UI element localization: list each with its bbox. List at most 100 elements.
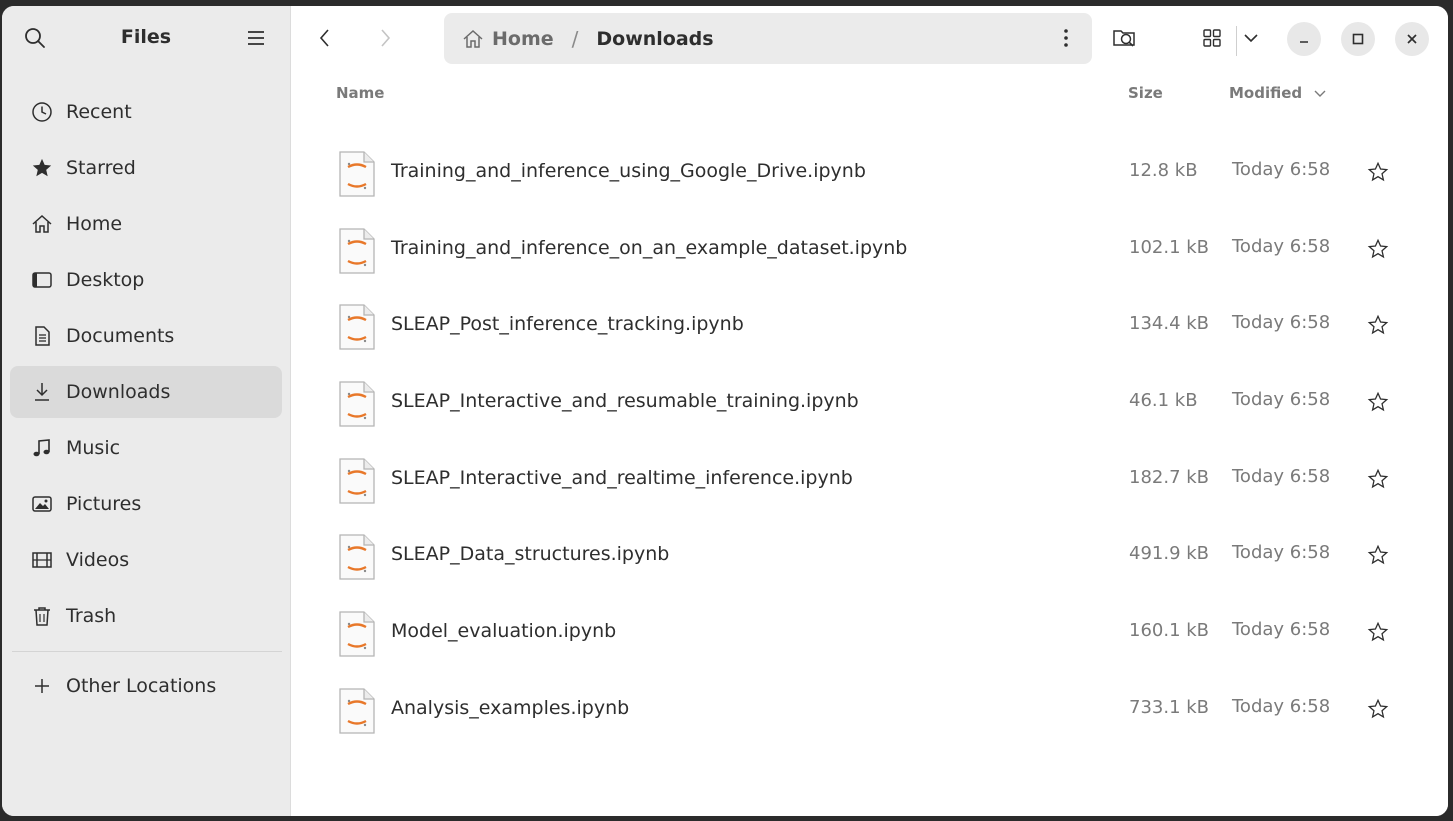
sidebar-item-label: Documents <box>66 325 175 347</box>
notebook-file-icon <box>339 151 375 197</box>
grid-view-icon <box>1203 29 1221 47</box>
breadcrumb-home[interactable]: Home <box>462 28 554 50</box>
column-header-modified[interactable]: Modified <box>1229 84 1327 102</box>
file-row[interactable]: SLEAP_Interactive_and_realtime_inference… <box>291 441 1448 518</box>
main-content: Home / Downloads Name Size Modified Trai… <box>291 6 1448 816</box>
file-row[interactable]: SLEAP_Data_structures.ipynb 491.9 kB Tod… <box>291 517 1448 594</box>
star-icon[interactable] <box>1365 466 1391 492</box>
file-name: Analysis_examples.ipynb <box>391 696 630 719</box>
file-modified: Today 6:58 <box>1232 235 1331 257</box>
notebook-file-icon <box>339 228 375 274</box>
breadcrumb-home-label: Home <box>492 27 554 50</box>
file-modified: Today 6:58 <box>1232 389 1331 411</box>
search-folder-button[interactable] <box>1107 20 1143 56</box>
file-modified: Today 6:58 <box>1232 542 1331 564</box>
sidebar-item-label: Music <box>66 437 121 459</box>
column-header-modified-label: Modified <box>1229 84 1303 102</box>
file-name: Training_and_inference_on_an_example_dat… <box>391 236 908 259</box>
view-options-button[interactable] <box>1236 20 1266 56</box>
location-bar[interactable]: Home / Downloads <box>444 13 1092 64</box>
file-modified: Today 6:58 <box>1232 312 1331 334</box>
sidebar-item-label: Downloads <box>66 381 171 403</box>
file-name: Training_and_inference_using_Google_Driv… <box>391 160 866 182</box>
star-icon[interactable] <box>1365 312 1391 338</box>
file-name: SLEAP_Post_inference_tracking.ipynb <box>391 313 744 336</box>
sidebar-item-label: Trash <box>66 605 117 627</box>
sidebar-item-home[interactable]: Home <box>10 198 282 250</box>
search-folder-icon <box>1113 30 1135 47</box>
sidebar-item-videos[interactable]: Videos <box>10 534 282 586</box>
sidebar-divider <box>12 651 282 652</box>
sidebar-item-other-locations[interactable]: Other Locations <box>10 660 282 712</box>
sidebar-places: Recent Starred Home Desktop Documents Do… <box>10 86 282 646</box>
file-size: 134.4 kB <box>1129 313 1210 335</box>
file-name: SLEAP_Data_structures.ipynb <box>391 543 670 566</box>
sidebar-other-locations: Other Locations <box>10 660 282 716</box>
file-size: 491.9 kB <box>1129 543 1210 565</box>
star-filled-icon <box>30 156 54 180</box>
files-window: Files Recent Starred Home Desktop Docume… <box>2 6 1448 816</box>
minimize-icon <box>1300 41 1308 43</box>
chevron-left-icon <box>319 29 329 47</box>
home-icon <box>30 212 54 236</box>
file-size: 102.1 kB <box>1129 236 1210 258</box>
hamburger-menu-icon[interactable] <box>240 22 272 54</box>
sidebar-item-trash[interactable]: Trash <box>10 590 282 642</box>
back-button[interactable] <box>307 20 343 56</box>
vertical-dots-icon[interactable] <box>1054 26 1078 50</box>
column-header-name[interactable]: Name <box>336 84 384 102</box>
sidebar-item-label: Other Locations <box>66 675 217 697</box>
sidebar-item-recent[interactable]: Recent <box>10 86 282 138</box>
file-row[interactable]: Model_evaluation.ipynb 160.1 kB Today 6:… <box>291 594 1448 671</box>
close-icon <box>1407 34 1417 44</box>
sidebar-item-pictures[interactable]: Pictures <box>10 478 282 530</box>
download-icon <box>30 380 54 404</box>
column-header-size[interactable]: Size <box>1128 84 1163 102</box>
breadcrumb-current[interactable]: Downloads <box>596 28 713 50</box>
sidebar-item-desktop[interactable]: Desktop <box>10 254 282 306</box>
forward-button[interactable] <box>367 20 403 56</box>
maximize-icon <box>1352 33 1364 45</box>
sidebar-item-starred[interactable]: Starred <box>10 142 282 194</box>
file-size: 46.1 kB <box>1129 390 1198 412</box>
file-row[interactable]: Training_and_inference_using_Google_Driv… <box>291 134 1448 211</box>
sidebar-item-label: Home <box>66 213 123 235</box>
file-row[interactable]: Analysis_examples.ipynb 733.1 kB Today 6… <box>291 671 1448 748</box>
star-icon[interactable] <box>1365 619 1391 645</box>
sidebar-header: Files <box>2 6 290 72</box>
sidebar-item-music[interactable]: Music <box>10 422 282 474</box>
star-icon[interactable] <box>1365 389 1391 415</box>
sidebar-item-documents[interactable]: Documents <box>10 310 282 362</box>
column-headers: Name Size Modified <box>291 82 1448 108</box>
star-icon[interactable] <box>1365 236 1391 262</box>
file-size: 160.1 kB <box>1129 620 1210 642</box>
file-size: 733.1 kB <box>1129 696 1210 718</box>
file-name: SLEAP_Interactive_and_realtime_inference… <box>391 466 853 489</box>
notebook-file-icon <box>339 381 375 427</box>
chevron-right-icon <box>381 29 391 47</box>
close-button[interactable] <box>1395 22 1429 56</box>
music-note-icon <box>30 436 54 460</box>
home-icon <box>463 29 483 48</box>
trash-icon <box>30 604 54 628</box>
notebook-file-icon <box>339 458 375 504</box>
header-bar: Home / Downloads <box>291 6 1448 72</box>
sidebar-item-label: Starred <box>66 157 136 179</box>
file-row[interactable]: Training_and_inference_on_an_example_dat… <box>291 211 1448 288</box>
maximize-button[interactable] <box>1341 22 1375 56</box>
file-modified: Today 6:58 <box>1232 619 1331 641</box>
star-icon[interactable] <box>1365 542 1391 568</box>
file-list: Training_and_inference_using_Google_Driv… <box>291 134 1448 748</box>
minimize-button[interactable] <box>1287 22 1321 56</box>
sidebar-item-downloads[interactable]: Downloads <box>10 366 282 418</box>
star-icon[interactable] <box>1365 696 1391 722</box>
notebook-file-icon <box>339 304 375 351</box>
film-icon <box>30 548 54 572</box>
picture-icon <box>30 492 54 516</box>
view-toggle-button[interactable] <box>1194 20 1230 56</box>
file-row[interactable]: SLEAP_Post_inference_tracking.ipynb 134.… <box>291 287 1448 364</box>
desktop-icon <box>30 268 54 292</box>
sidebar-item-label: Recent <box>66 101 132 123</box>
file-row[interactable]: SLEAP_Interactive_and_resumable_training… <box>291 364 1448 441</box>
star-icon[interactable] <box>1365 159 1391 185</box>
